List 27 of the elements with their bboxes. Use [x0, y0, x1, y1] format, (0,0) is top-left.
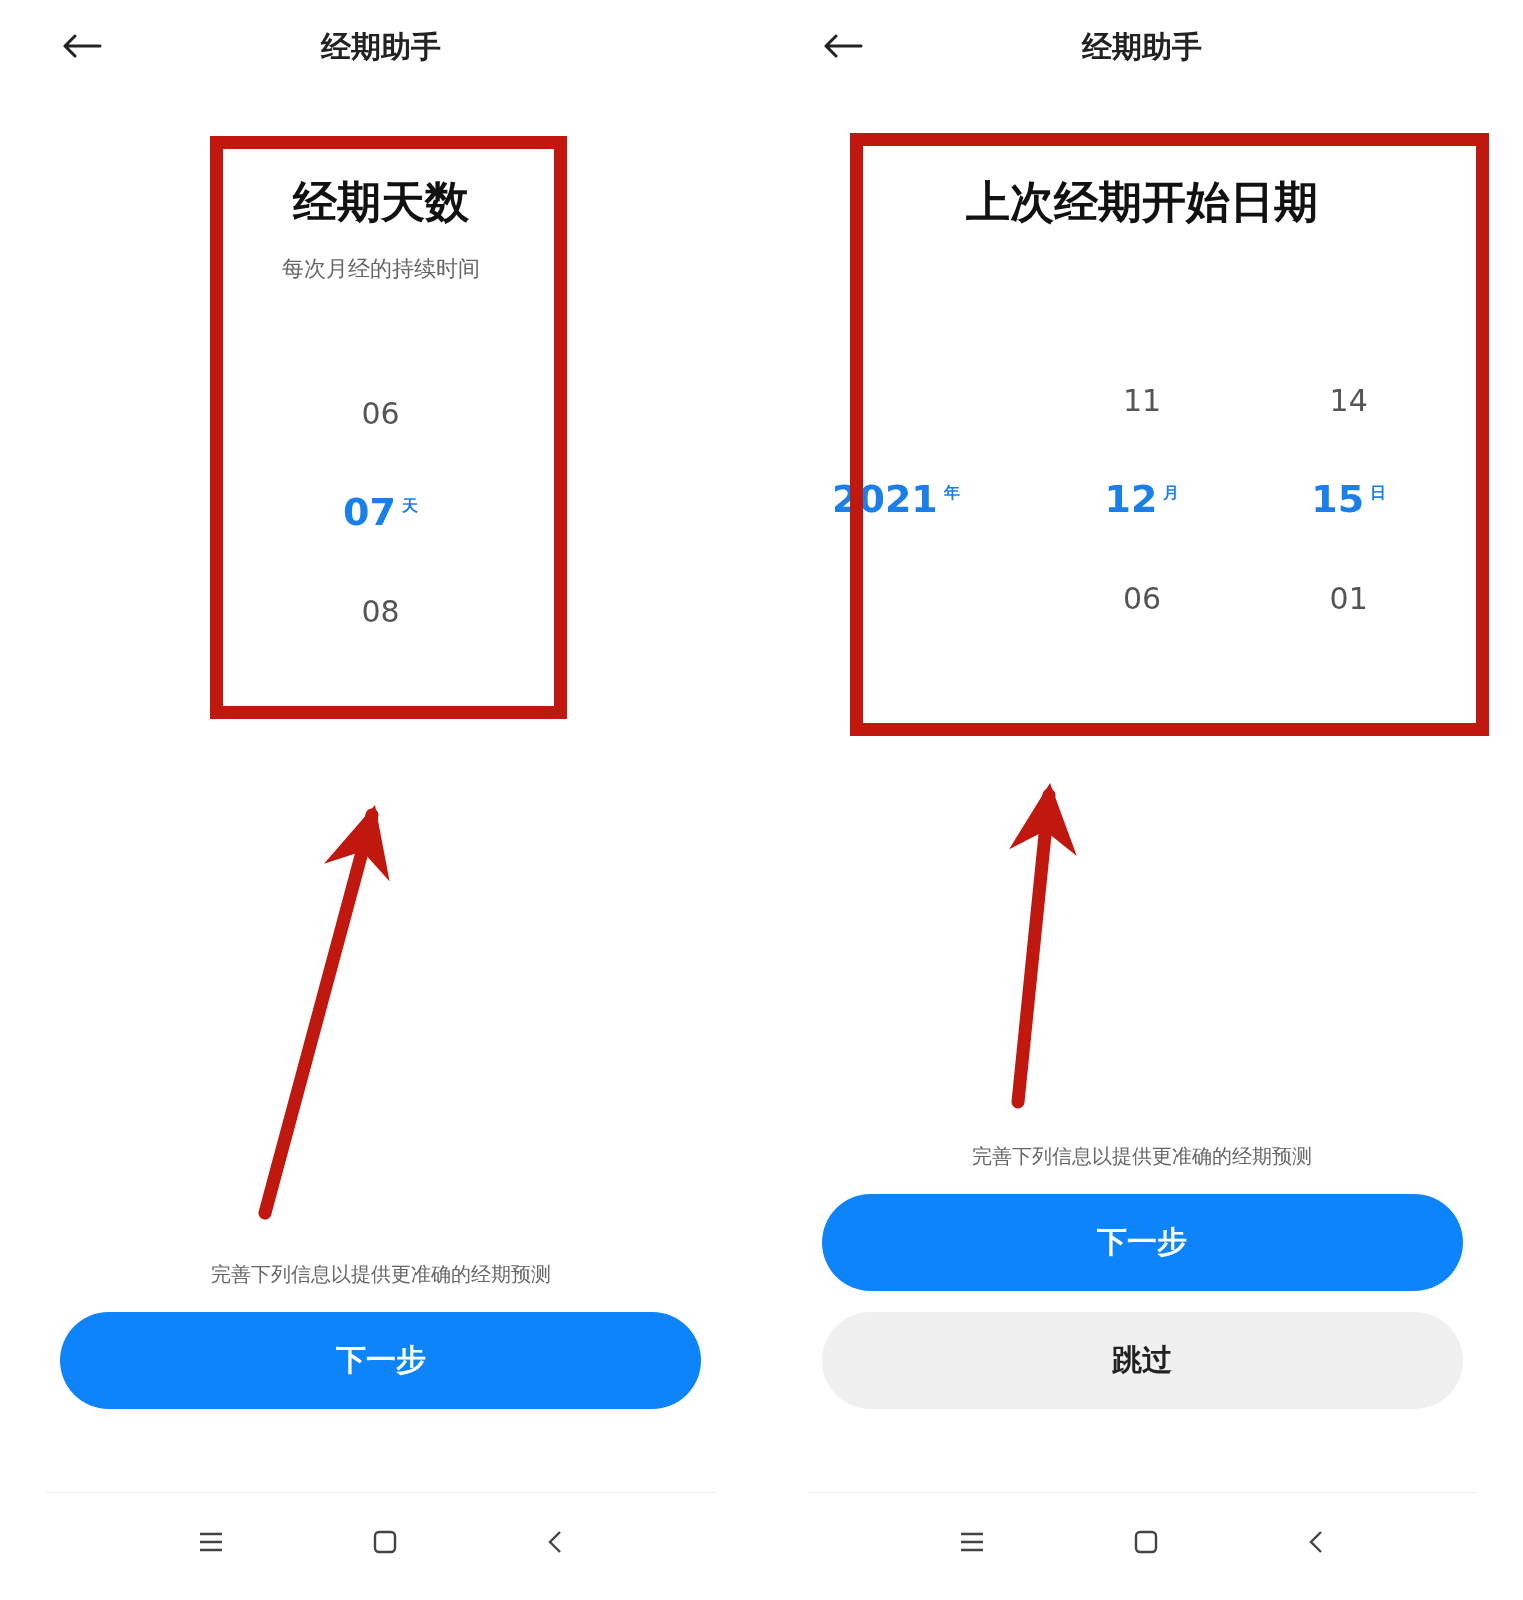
screen-title: 经期助手	[320, 28, 441, 66]
back-chevron-icon[interactable]	[1308, 1529, 1324, 1554]
picker-value[interactable]: 07$^{天}$	[343, 463, 418, 562]
next-button[interactable]: 下一步	[60, 1312, 701, 1409]
skip-button[interactable]: 跳过	[821, 1312, 1463, 1409]
menu-icon[interactable]	[198, 1531, 223, 1552]
home-square-icon[interactable]	[1134, 1529, 1158, 1554]
menu-icon[interactable]	[960, 1531, 984, 1552]
picker-value[interactable]: 08	[361, 562, 400, 661]
back-chevron-icon[interactable]	[546, 1529, 563, 1554]
picker-value[interactable]: 12$^{月}$	[1104, 450, 1180, 549]
picker-subheading: 每次月经的持续时间	[281, 255, 480, 283]
back-arrow-icon[interactable]	[823, 34, 863, 58]
picker-value[interactable]: 06	[1122, 549, 1162, 648]
hint-text: 完善下列信息以提供更准确的经期预测	[972, 1143, 1312, 1170]
home-square-icon[interactable]	[372, 1529, 397, 1554]
next-button[interactable]: 下一步	[821, 1194, 1463, 1291]
hint-text: 完善下列信息以提供更准确的经期预测	[210, 1261, 551, 1288]
screen-title: 经期助手	[1082, 28, 1202, 66]
picker-value[interactable]: 06	[361, 364, 400, 463]
picker-heading: 上次经期开始日期	[966, 175, 1318, 229]
back-arrow-icon[interactable]	[62, 34, 102, 58]
picker-value[interactable]: 15$^{日}$	[1311, 450, 1387, 549]
picker-value[interactable]: 01	[1329, 549, 1368, 648]
picker-value[interactable]: 14	[1329, 351, 1368, 450]
picker-heading: 经期天数	[292, 175, 469, 229]
picker-value[interactable]: 11	[1122, 351, 1162, 450]
